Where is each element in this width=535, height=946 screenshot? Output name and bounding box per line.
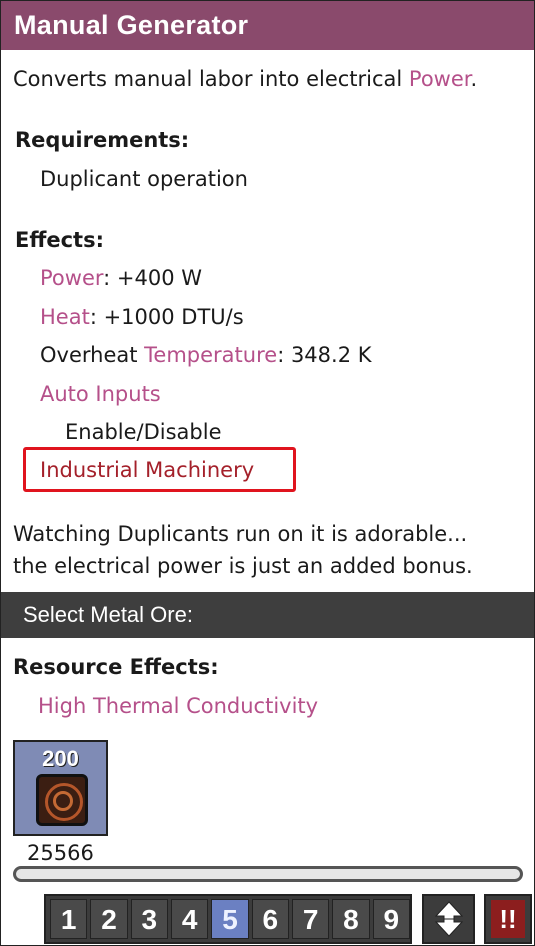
requirement-item: Duplicant operation [40, 167, 248, 191]
requirements-heading: Requirements: [15, 128, 190, 152]
horizontal-scrollbar[interactable] [13, 866, 523, 882]
effect-overheat: Overheat Temperature: 348.2 K [40, 342, 372, 368]
alert-icon: !! [491, 900, 525, 938]
temperature-link[interactable]: Temperature [144, 343, 277, 367]
build-info-panel: Manual Generator Converts manual labor i… [0, 0, 535, 946]
flavor-line-2: the electrical power is just an added bo… [13, 554, 473, 578]
ore-quantity: 25566 [27, 841, 94, 865]
toolbar-number-3[interactable]: 3 [130, 899, 168, 939]
power-effect-link[interactable]: Power [40, 266, 103, 290]
description-text: Converts manual labor into electrical [13, 67, 409, 91]
effects-heading: Effects: [15, 228, 104, 252]
thermal-conductivity-link[interactable]: High Thermal Conductivity [38, 693, 318, 719]
overheat-value: : 348.2 K [277, 343, 372, 367]
number-toolbar: 1 2 3 4 5 6 7 8 9 [44, 894, 412, 944]
building-description: Converts manual labor into electrical Po… [13, 66, 477, 92]
auto-inputs-link[interactable]: Auto Inputs [40, 381, 161, 407]
toolbar-number-7[interactable]: 7 [291, 899, 330, 939]
ore-count: 200 [42, 746, 79, 771]
toolbar-number-6[interactable]: 6 [251, 899, 289, 939]
material-section-header: Select Metal Ore: [1, 592, 534, 638]
metal-ore-icon [36, 774, 88, 826]
flavor-text: Watching Duplicants run on it is adorabl… [13, 518, 473, 582]
overheat-prefix: Overheat [40, 343, 145, 367]
toolbar-number-2[interactable]: 2 [90, 899, 128, 939]
resource-effects-heading: Resource Effects: [13, 655, 219, 679]
power-link[interactable]: Power [409, 67, 471, 91]
toolbar-number-4[interactable]: 4 [170, 899, 209, 939]
power-effect-value: : +400 W [103, 266, 202, 290]
toolbar-number-8[interactable]: 8 [332, 899, 370, 939]
toolbar-number-1[interactable]: 1 [50, 899, 88, 939]
effect-heat: Heat: +1000 DTU/s [40, 304, 244, 330]
ore-tile[interactable]: 200 [13, 740, 108, 836]
description-suffix: . [470, 67, 478, 91]
flavor-line-1: Watching Duplicants run on it is adorabl… [13, 522, 468, 546]
category-link[interactable]: Industrial Machinery [40, 457, 254, 483]
heat-effect-value: : +1000 DTU/s [89, 305, 244, 329]
sort-arrows-icon [434, 901, 463, 937]
alert-button[interactable]: !! [484, 894, 532, 944]
sort-button[interactable] [422, 894, 475, 944]
effect-power: Power: +400 W [40, 265, 202, 291]
toolbar-number-9[interactable]: 9 [372, 899, 410, 939]
panel-title: Manual Generator [1, 1, 534, 50]
toolbar-number-5[interactable]: 5 [211, 899, 249, 939]
heat-effect-link[interactable]: Heat [40, 305, 90, 329]
auto-inputs-detail: Enable/Disable [65, 420, 222, 444]
